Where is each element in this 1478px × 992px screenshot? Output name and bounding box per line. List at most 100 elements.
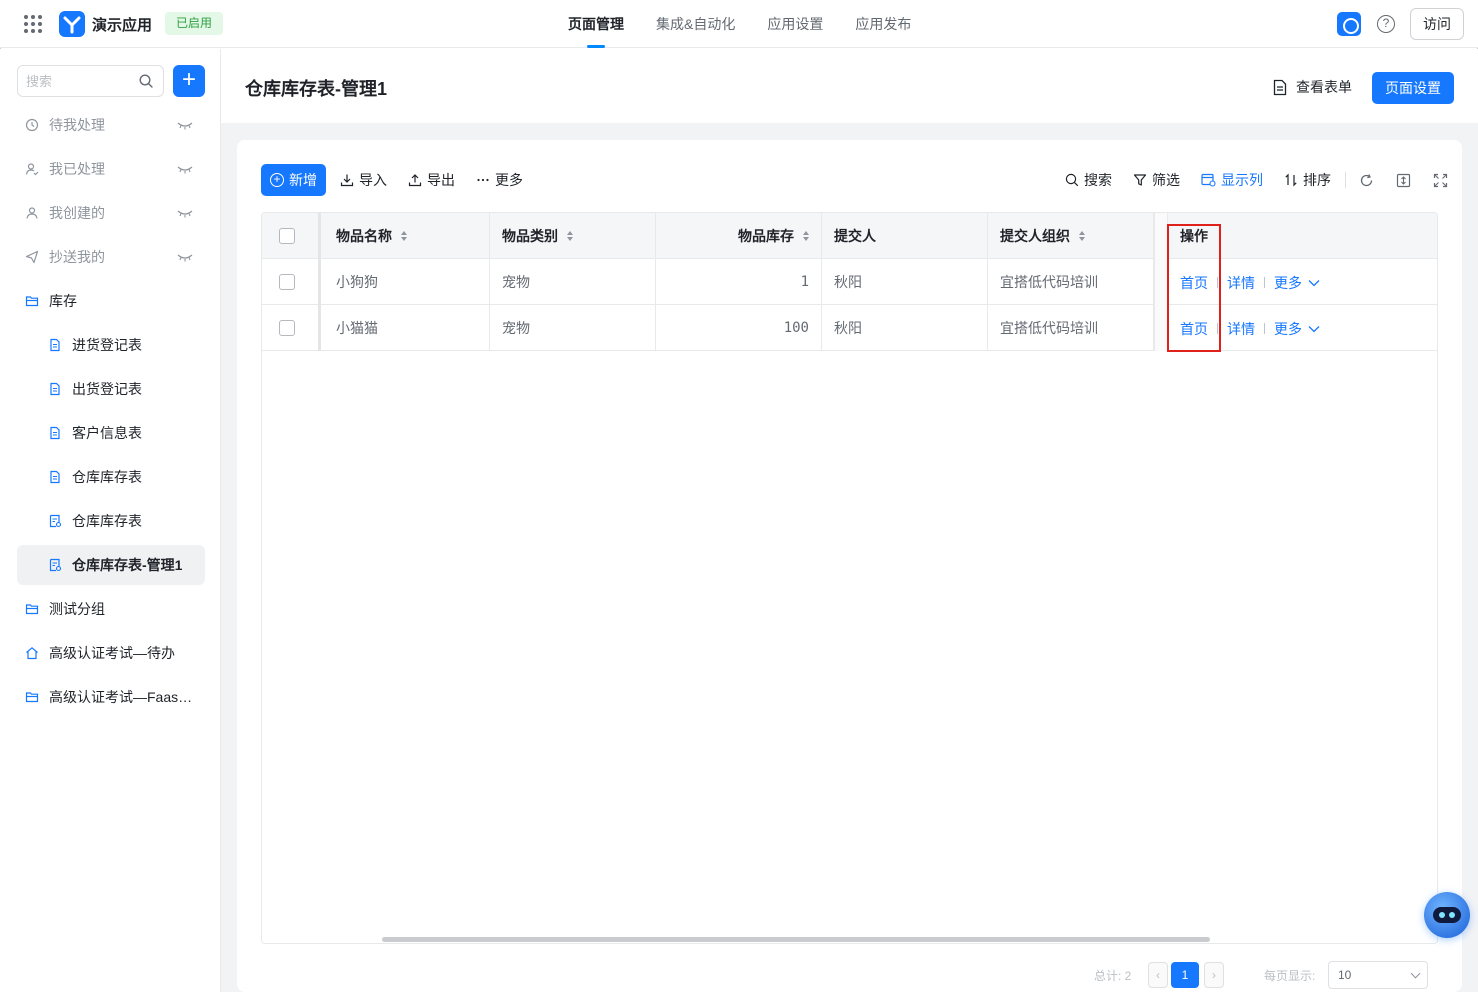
row-checkbox[interactable] [279,319,295,336]
current-page-button[interactable]: 1 [1171,962,1199,988]
sidebar-item-label: 库存 [49,293,77,309]
add-page-button[interactable]: + [173,65,205,97]
tab-app-publish[interactable]: 应用发布 [855,0,911,48]
next-page-button[interactable]: › [1204,962,1224,988]
column-header-stock[interactable]: 物品库存 [656,213,822,258]
sort-caret-icon[interactable] [567,230,573,241]
sort-button[interactable]: 排序 [1284,170,1331,190]
horizontal-scrollbar[interactable] [382,937,1210,942]
chevron-down-icon[interactable] [1308,279,1320,287]
row-checkbox[interactable] [279,273,295,290]
search-icon[interactable] [139,74,153,88]
prev-page-button[interactable]: ‹ [1148,962,1168,988]
tab-integration-automation[interactable]: 集成&自动化 [656,0,735,48]
sidebar-item-inventory-group[interactable]: 库存 [17,281,205,321]
export-button[interactable]: 导出 [408,170,455,190]
ai-assistant-icon[interactable] [1424,892,1470,938]
sidebar-item-purchase-form[interactable]: 进货登记表 [17,325,205,365]
app-logo-icon [59,11,85,37]
column-header-actions: 操作 [1168,213,1437,258]
sidebar-item-stock-manage[interactable]: 仓库库存表-管理1 [17,545,205,585]
home-icon [26,647,38,660]
assistant-bot-icon[interactable] [1337,12,1361,36]
sidebar-item-label: 仓库库存表 [72,469,142,485]
plus-circle-icon: + [270,173,284,187]
cell-org: 宜搭低代码培训 [988,305,1154,350]
app-grid-icon[interactable] [24,15,42,33]
total-count: 总计: 2 [1094,969,1132,983]
sidebar-item-label: 测试分组 [49,601,105,617]
user-check-icon [25,163,39,176]
page-settings-button[interactable]: 页面设置 [1372,72,1454,104]
main-content: 仓库库存表-管理1 查看表单 页面设置 + 新增 导入 导出 更多 搜索 筛选 … [221,49,1478,992]
sidebar-item-exam-faas[interactable]: 高级认证考试—Faas… [17,677,205,717]
filter-button[interactable]: 筛选 [1133,170,1180,190]
column-header-label: 物品库存 [738,227,794,244]
eye-closed-icon[interactable] [177,252,193,262]
sidebar: + 待我处理 我已处理 我创建的 抄送我的 库存 进货登记表 出货登记表 客户信… [0,49,221,992]
row-height-icon[interactable] [1396,173,1411,188]
top-nav-tabs: 页面管理 集成&自动化 应用设置 应用发布 [568,0,943,48]
folder-open-icon [25,296,39,307]
sidebar-item-cc[interactable]: 抄送我的 [17,237,205,277]
tab-page-management[interactable]: 页面管理 [568,0,624,48]
export-label: 导出 [427,172,455,188]
more-action-link[interactable]: 更多 [1274,273,1302,293]
column-header-submitter[interactable]: 提交人 [822,213,988,258]
detail-action-link[interactable]: 详情 [1227,319,1255,339]
columns-button[interactable]: 显示列 [1201,170,1263,190]
tab-app-settings[interactable]: 应用设置 [767,0,823,48]
eye-closed-icon[interactable] [177,120,193,130]
chevron-down-icon[interactable] [1308,325,1320,333]
sidebar-item-label: 抄送我的 [49,249,105,265]
column-header-name[interactable]: 物品名称 [324,213,490,258]
sidebar-item-shipment-form[interactable]: 出货登记表 [17,369,205,409]
cell-stock: 100 [656,305,822,350]
sidebar-item-stock-report[interactable]: 仓库库存表 [17,501,205,541]
row-select-cell [262,259,312,304]
import-button[interactable]: 导入 [340,170,387,190]
sidebar-search-input[interactable] [26,66,136,96]
sidebar-item-test-group[interactable]: 测试分组 [17,589,205,629]
per-page-select[interactable]: 10 [1328,961,1428,989]
eye-closed-icon[interactable] [177,208,193,218]
sort-caret-icon[interactable] [401,230,407,241]
data-table: 物品名称 物品类别 物品库存 提交人 提交人组织 操作 小狗狗 宠物 1 秋阳 … [261,212,1438,944]
sidebar-item-label: 客户信息表 [72,425,142,441]
view-form-button[interactable]: 查看表单 [1272,77,1352,97]
column-header-label: 提交人组织 [1000,227,1070,244]
visit-button[interactable]: 访问 [1410,8,1464,40]
column-header-category[interactable]: 物品类别 [490,213,656,258]
search-button[interactable]: 搜索 [1065,170,1112,190]
refresh-icon[interactable] [1359,173,1374,188]
columns-icon [1201,173,1216,187]
column-header-org[interactable]: 提交人组织 [988,213,1154,258]
select-all-checkbox[interactable] [279,227,295,244]
frozen-column-divider [1154,213,1168,351]
action-divider [1264,277,1265,288]
sort-caret-icon[interactable] [803,230,809,241]
app-name: 演示应用 [92,17,153,34]
more-action-link[interactable]: 更多 [1274,319,1302,339]
eye-closed-icon[interactable] [177,164,193,174]
search-label: 搜索 [1084,172,1112,188]
sidebar-item-label: 高级认证考试—待办 [49,645,175,661]
sidebar-item-label: 待我处理 [49,117,105,133]
sidebar-item-stock-form[interactable]: 仓库库存表 [17,457,205,497]
home-action-link[interactable]: 首页 [1180,319,1208,339]
sidebar-item-customer-form[interactable]: 客户信息表 [17,413,205,453]
sidebar-item-processed[interactable]: 我已处理 [17,149,205,189]
sidebar-item-created[interactable]: 我创建的 [17,193,205,233]
sidebar-item-exam-todo[interactable]: 高级认证考试—待办 [17,633,205,673]
upload-icon [408,174,422,187]
detail-action-link[interactable]: 详情 [1227,273,1255,293]
sidebar-item-pending[interactable]: 待我处理 [17,105,205,145]
fullscreen-icon[interactable] [1433,173,1448,188]
sort-caret-icon[interactable] [1079,230,1085,241]
form-icon [50,470,60,484]
home-action-link[interactable]: 首页 [1180,273,1208,293]
help-icon[interactable]: ? [1377,15,1395,33]
new-record-button[interactable]: + 新增 [261,164,326,196]
more-actions-button[interactable]: 更多 [476,170,523,190]
sort-label: 排序 [1303,172,1331,188]
